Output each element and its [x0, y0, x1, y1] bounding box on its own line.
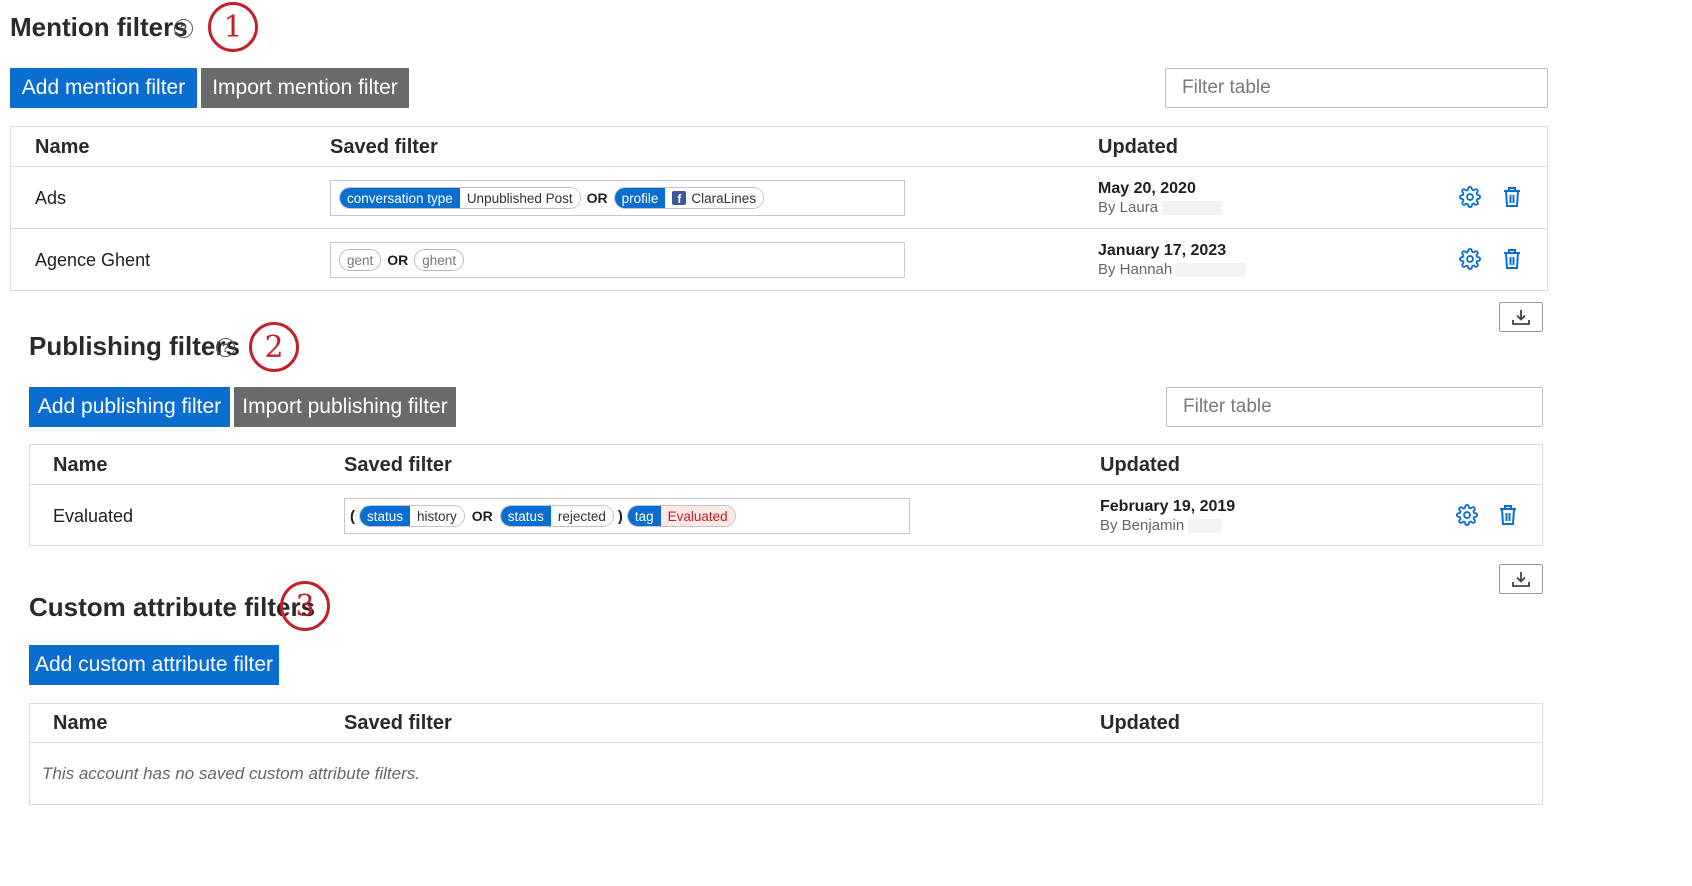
- mention-filters-title: Mention filters: [10, 12, 188, 42]
- redacted-surname: [1176, 263, 1247, 278]
- updated-by-text: By Benjamin: [1100, 517, 1185, 534]
- chip-key: status: [360, 506, 411, 526]
- operator: OR: [586, 190, 608, 206]
- keyword-chip: ghent: [414, 249, 465, 271]
- divider: [11, 228, 1547, 229]
- chip-key: profile: [614, 188, 666, 208]
- trash-icon[interactable]: [1499, 246, 1525, 272]
- gear-icon[interactable]: [1457, 184, 1483, 210]
- updated-by-text: By Hannah: [1098, 261, 1173, 278]
- trash-icon[interactable]: [1499, 184, 1525, 210]
- updated-by-text: By Laura: [1098, 199, 1159, 216]
- close-paren: ): [617, 507, 623, 525]
- updated-by: By Hannah: [1098, 261, 1247, 278]
- chip-value: history: [410, 506, 464, 526]
- mention-help-icon[interactable]: ?: [174, 19, 193, 38]
- mention-filters-table: Name Saved filter Updated Ads conversati…: [10, 126, 1548, 291]
- updated-by: By Benjamin: [1100, 517, 1223, 534]
- chip-value: ghent: [415, 250, 464, 270]
- download-icon: [1512, 572, 1530, 587]
- chip-value: ClaraLines: [691, 190, 756, 206]
- download-icon: [1512, 310, 1530, 325]
- updated-date: February 19, 2019: [1100, 498, 1236, 515]
- col-updated[interactable]: Updated: [1098, 136, 1178, 159]
- updated-date: January 17, 2023: [1098, 242, 1227, 259]
- empty-state-message: This account has no saved custom attribu…: [42, 764, 420, 783]
- updated-by: By Laura: [1098, 199, 1223, 216]
- chip-key: conversation type: [340, 188, 460, 208]
- chip-value: Evaluated: [660, 506, 735, 526]
- row-name-ads[interactable]: Ads: [35, 188, 66, 209]
- operator: OR: [387, 252, 409, 268]
- divider: [30, 742, 1542, 743]
- col-name[interactable]: Name: [35, 136, 89, 159]
- filter-chip: conversation type Unpublished Post: [339, 187, 581, 209]
- redacted-surname: [1162, 201, 1223, 216]
- import-mention-filter-button[interactable]: Import mention filter: [201, 68, 409, 108]
- col-updated[interactable]: Updated: [1100, 454, 1180, 477]
- annotation-step-1: 1: [208, 2, 258, 52]
- saved-filter-box: gent OR ghent: [330, 242, 905, 278]
- col-saved-filter[interactable]: Saved filter: [344, 712, 452, 735]
- publishing-filters-title: Publishing filters: [29, 331, 240, 361]
- chip-key: status: [500, 506, 551, 526]
- chip-value: rejected: [550, 506, 613, 526]
- open-paren: (: [350, 507, 355, 525]
- annotation-step-3: 3: [280, 581, 330, 631]
- filter-chip: profile f ClaraLines: [613, 187, 764, 209]
- facebook-icon: f: [672, 191, 687, 205]
- chip-value: Unpublished Post: [459, 188, 580, 208]
- row-name-agence-ghent[interactable]: Agence Ghent: [35, 250, 150, 271]
- saved-filter-box: conversation type Unpublished Post OR pr…: [330, 180, 905, 216]
- publishing-filter-table-input[interactable]: [1166, 387, 1543, 427]
- mention-filter-table-input[interactable]: [1165, 68, 1548, 108]
- chip-value-with-icon: f ClaraLines: [665, 188, 763, 208]
- col-updated[interactable]: Updated: [1100, 712, 1180, 735]
- filter-chip: status history: [359, 505, 465, 527]
- download-publishing-button[interactable]: [1499, 564, 1543, 594]
- chip-key: tag: [627, 506, 661, 526]
- keyword-chip: gent: [339, 249, 382, 271]
- filter-chip: status rejected: [499, 505, 614, 527]
- add-publishing-filter-button[interactable]: Add publishing filter: [29, 387, 230, 427]
- gear-icon[interactable]: [1457, 246, 1483, 272]
- custom-attribute-filters-title: Custom attribute filters: [29, 592, 316, 622]
- operator: OR: [471, 508, 493, 524]
- gear-icon[interactable]: [1454, 502, 1480, 528]
- row-name-evaluated[interactable]: Evaluated: [53, 506, 133, 527]
- trash-icon[interactable]: [1495, 502, 1521, 528]
- col-saved-filter[interactable]: Saved filter: [330, 136, 438, 159]
- import-publishing-filter-button[interactable]: Import publishing filter: [234, 387, 456, 427]
- col-name[interactable]: Name: [53, 712, 107, 735]
- publishing-help-icon[interactable]: ?: [216, 338, 235, 357]
- redacted-surname: [1188, 519, 1223, 534]
- add-mention-filter-button[interactable]: Add mention filter: [10, 68, 197, 108]
- annotation-step-2: 2: [249, 322, 299, 372]
- chip-value: gent: [340, 250, 381, 270]
- custom-attribute-filters-table: Name Saved filter Updated This account h…: [29, 703, 1543, 805]
- download-mention-button[interactable]: [1499, 302, 1543, 332]
- tag-chip: tag Evaluated: [626, 505, 736, 527]
- updated-date: May 20, 2020: [1098, 180, 1196, 197]
- col-name[interactable]: Name: [53, 454, 107, 477]
- saved-filter-box: ( status history OR status rejected ) ta…: [344, 498, 910, 534]
- col-saved-filter[interactable]: Saved filter: [344, 454, 452, 477]
- publishing-filters-table: Name Saved filter Updated Evaluated ( st…: [29, 444, 1543, 546]
- add-custom-attribute-filter-button[interactable]: Add custom attribute filter: [29, 645, 279, 685]
- divider: [11, 166, 1547, 167]
- divider: [30, 484, 1542, 485]
